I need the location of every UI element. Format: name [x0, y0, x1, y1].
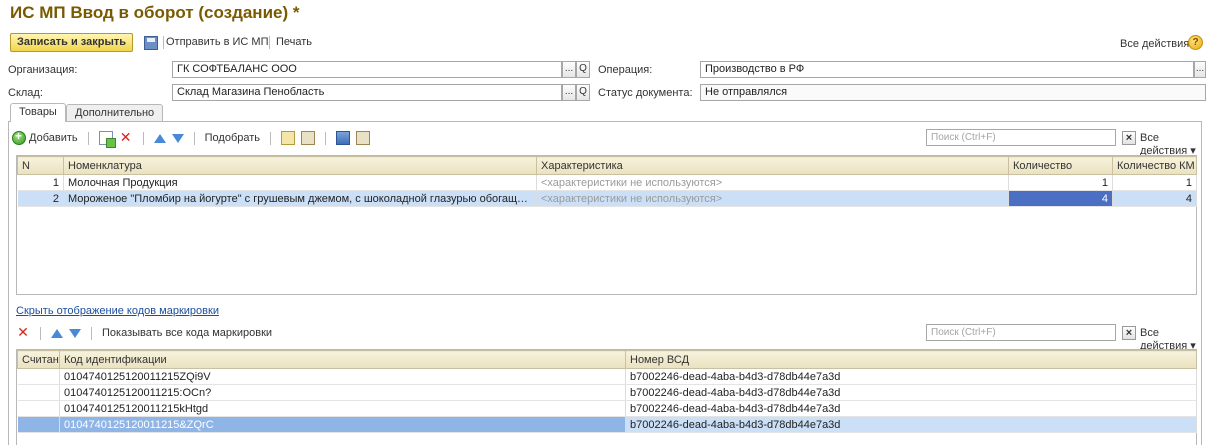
move-up-icon[interactable]	[153, 133, 166, 143]
tab-goods[interactable]: Товары	[10, 103, 66, 122]
vsd-cell[interactable]: b7002246-dead-4aba-b4d3-d78db44e7a3d	[625, 400, 1197, 417]
organization-field[interactable]: ГК СОФТБАЛАНС ООО	[172, 61, 562, 78]
col-vsd-number[interactable]: Номер ВСД	[625, 350, 1197, 369]
operation-field[interactable]: Производство в РФ	[700, 61, 1194, 78]
show-all-codes-button[interactable]: Показывать все кода маркировки	[102, 324, 272, 343]
toolbar-separator	[325, 131, 327, 145]
move-down-icon[interactable]	[69, 328, 81, 338]
table-row[interactable]: 0104740125120011215ZQi9V b7002246-dead-4…	[17, 368, 1197, 385]
goods-search-clear-button[interactable]: ×	[1122, 131, 1136, 145]
toolbar-separator	[87, 131, 89, 145]
table-row[interactable]: 0104740125120011215:OCn? b7002246-dead-4…	[17, 384, 1197, 401]
table-row[interactable]: 0104740125120011215kHtgd b7002246-dead-4…	[17, 400, 1197, 417]
codes-table: Считан Код идентификации Номер ВСД 01047…	[17, 350, 1197, 433]
col-nomenclature[interactable]: Номенклатура	[63, 156, 537, 175]
nomenclature-cell[interactable]: Мороженое "Пломбир на йогурте" с грушевы…	[63, 190, 537, 207]
code-cell[interactable]: 0104740125120011215ZQi9V	[59, 368, 626, 385]
print-button[interactable]: Печать	[276, 33, 312, 52]
toolbar-separator	[40, 326, 41, 340]
code-cell[interactable]: 0104740125120011215&ZQrC	[59, 416, 626, 433]
add-button[interactable]: Добавить	[29, 129, 78, 148]
move-down-icon[interactable]	[171, 133, 184, 143]
toolbar-separator	[142, 131, 144, 145]
warehouse-field[interactable]: Склад Магазина Пенобласть	[172, 84, 562, 101]
delete-icon[interactable]: ✕	[16, 325, 30, 340]
window-title: ИС МП Ввод в оборот (создание) *	[10, 3, 300, 22]
save-and-close-button[interactable]: Записать и закрыть	[10, 33, 134, 52]
toolbar-separator	[269, 36, 270, 49]
vsd-cell[interactable]: b7002246-dead-4aba-b4d3-d78db44e7a3d	[625, 416, 1197, 433]
copy-icon[interactable]	[98, 131, 116, 148]
hide-marking-codes-link[interactable]: Скрыть отображение кодов маркировки	[16, 305, 219, 317]
codes-search-clear-button[interactable]: ×	[1122, 326, 1136, 340]
table-row[interactable]: 0104740125120011215&ZQrC b7002246-dead-4…	[17, 416, 1197, 433]
help-icon[interactable]: ?	[1188, 35, 1203, 50]
row-number: 1	[17, 174, 64, 191]
clipboard-icon[interactable]	[356, 131, 371, 145]
document-list-icon[interactable]	[301, 131, 316, 145]
delete-icon[interactable]: ✕	[119, 130, 133, 145]
toolbar-separator	[270, 131, 272, 145]
all-actions-menu[interactable]: Все действия ▾	[1120, 37, 1198, 50]
toolbar-separator	[91, 326, 92, 340]
col-quantity-km[interactable]: Количество КМ	[1112, 156, 1197, 175]
characteristic-cell[interactable]: <характеристики не используются>	[536, 174, 1009, 191]
warehouse-label: Склад:	[8, 87, 43, 99]
status-field: Не отправлялся	[700, 84, 1206, 101]
quantity-km-cell: 4	[1112, 190, 1197, 207]
codes-toolbar: ✕ Показывать все кода маркировки	[16, 324, 272, 342]
table-row[interactable]: 2 Мороженое "Пломбир на йогурте" с груше…	[17, 190, 1197, 207]
goods-table-header: N Номенклатура Характеристика Количество…	[17, 156, 1197, 175]
move-up-icon[interactable]	[51, 328, 63, 338]
col-characteristic[interactable]: Характеристика	[536, 156, 1009, 175]
quantity-km-cell: 1	[1112, 174, 1197, 191]
status-label: Статус документа:	[598, 87, 693, 99]
goods-toolbar: Добавить ✕ Подобрать	[12, 129, 371, 148]
col-read[interactable]: Считан	[17, 350, 60, 369]
organization-label: Организация:	[8, 64, 78, 76]
add-icon[interactable]	[12, 129, 26, 145]
code-cell[interactable]: 0104740125120011215kHtgd	[59, 400, 626, 417]
save-icon[interactable]	[144, 36, 158, 50]
codes-table-header: Считан Код идентификации Номер ВСД	[17, 350, 1197, 369]
toolbar-separator	[163, 36, 164, 49]
vsd-cell[interactable]: b7002246-dead-4aba-b4d3-d78db44e7a3d	[625, 384, 1197, 401]
characteristic-cell[interactable]: <характеристики не используются>	[536, 190, 1009, 207]
goods-table: N Номенклатура Характеристика Количество…	[17, 156, 1197, 207]
quantity-cell[interactable]: 4	[1008, 190, 1113, 207]
tab-additional[interactable]: Дополнительно	[66, 104, 164, 122]
col-n[interactable]: N	[17, 156, 64, 175]
read-cell[interactable]	[17, 416, 60, 433]
col-quantity[interactable]: Количество	[1008, 156, 1113, 175]
organization-pick-button[interactable]: ...	[562, 61, 576, 78]
organization-search-button[interactable]: Q	[576, 61, 590, 78]
nomenclature-cell[interactable]: Молочная Продукция	[63, 174, 537, 191]
pick-button[interactable]: Подобрать	[205, 129, 260, 148]
toolbar-separator	[193, 131, 195, 145]
read-cell[interactable]	[17, 368, 60, 385]
col-identification-code[interactable]: Код идентификации	[59, 350, 626, 369]
read-cell[interactable]	[17, 400, 60, 417]
send-to-ismp-button[interactable]: Отправить в ИС МП	[166, 33, 268, 52]
goods-all-actions-menu[interactable]: Все действия ▾	[1140, 132, 1209, 157]
goods-search-input[interactable]: Поиск (Ctrl+F)	[926, 129, 1116, 146]
read-cell[interactable]	[17, 384, 60, 401]
table-icon[interactable]	[336, 131, 351, 145]
quantity-cell[interactable]: 1	[1008, 174, 1113, 191]
operation-pick-button[interactable]: ...	[1194, 61, 1206, 78]
document-icon[interactable]	[281, 131, 296, 145]
vsd-cell[interactable]: b7002246-dead-4aba-b4d3-d78db44e7a3d	[625, 368, 1197, 385]
warehouse-pick-button[interactable]: ...	[562, 84, 576, 101]
warehouse-search-button[interactable]: Q	[576, 84, 590, 101]
code-cell[interactable]: 0104740125120011215:OCn?	[59, 384, 626, 401]
row-number: 2	[17, 190, 64, 207]
operation-label: Операция:	[598, 64, 653, 76]
codes-search-input[interactable]: Поиск (Ctrl+F)	[926, 324, 1116, 341]
table-row[interactable]: 1 Молочная Продукция <характеристики не …	[17, 174, 1197, 191]
